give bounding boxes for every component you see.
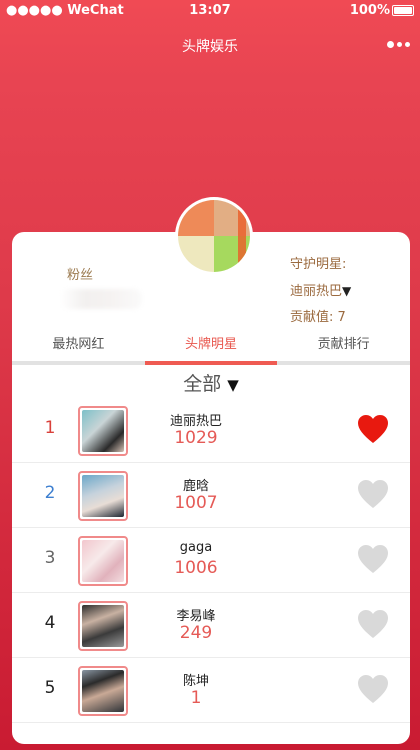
battery-percent: 100% (349, 3, 390, 18)
list-item[interactable]: 2 鹿晗 1007 (12, 463, 410, 528)
battery-icon (392, 5, 414, 16)
guard-star-select[interactable]: 迪丽热巴▼ (290, 278, 351, 305)
ranking-list: 1 迪丽热巴 1029 2 鹿晗 1007 3 gaga 1006 4 李易峰 … (12, 398, 410, 723)
star-name: 迪丽热巴 (169, 414, 222, 429)
star-score: 1007 (174, 493, 218, 513)
star-photo (78, 406, 128, 456)
dropdown-triangle-icon: ▼ (227, 376, 239, 394)
guard-info: 守护明星: 迪丽热巴▼ 贡献值: 7 (290, 252, 351, 331)
star-photo (78, 536, 128, 586)
contribution-value: 贡献值: 7 (290, 310, 346, 325)
category-filter[interactable]: 全部 ▼ (12, 369, 410, 396)
rank-number: 1 (44, 418, 56, 438)
nav-bar: 头牌娱乐 (0, 22, 420, 66)
list-item[interactable]: 1 迪丽热巴 1029 (12, 398, 410, 463)
rank-number: 2 (44, 483, 56, 503)
star-score: 1 (190, 688, 202, 708)
heart-outline-icon[interactable] (357, 479, 389, 509)
star-score: 1006 (174, 558, 218, 578)
tab-top-stars[interactable]: 头牌明星 (144, 331, 278, 365)
star-score: 249 (179, 623, 213, 643)
tab-bar: 最热网红 头牌明星 贡献排行 (12, 331, 410, 365)
filter-label: 全部 (183, 373, 222, 395)
star-score: 1029 (174, 428, 218, 448)
star-name: gaga (179, 540, 213, 555)
status-bar: ●●●●● WeChat 13:07 100% (0, 0, 420, 22)
more-dots-icon[interactable] (386, 34, 410, 54)
rank-number: 4 (44, 613, 56, 633)
guard-star-name: 迪丽热巴 (290, 284, 343, 299)
fans-count-blurred (60, 289, 142, 309)
tab-contribution-ranking[interactable]: 贡献排行 (277, 331, 410, 361)
heart-outline-icon[interactable] (357, 609, 389, 639)
page-title: 头牌娱乐 (182, 39, 238, 55)
star-photo (78, 666, 128, 716)
dropdown-triangle-icon: ▼ (342, 284, 352, 298)
rank-number: 5 (44, 678, 56, 698)
main-card: 粉丝 守护明星: 迪丽热巴▼ 贡献值: 7 最热网红 头牌明星 贡献排行 全部 … (12, 232, 410, 744)
heart-outline-icon[interactable] (357, 674, 389, 704)
list-item[interactable]: 4 李易峰 249 (12, 593, 410, 658)
guard-label: 守护明星: (290, 257, 347, 272)
list-item[interactable]: 3 gaga 1006 (12, 528, 410, 593)
heart-outline-icon[interactable] (357, 544, 389, 574)
rank-number: 3 (44, 548, 56, 568)
user-avatar[interactable] (175, 197, 253, 275)
star-name: 李易峰 (176, 609, 216, 624)
star-name: 陈坤 (182, 674, 209, 689)
tab-hot-influencer[interactable]: 最热网红 (12, 331, 145, 361)
star-photo (78, 601, 128, 651)
star-photo (78, 471, 128, 521)
avatar-image (178, 200, 250, 272)
star-name: 鹿晗 (182, 479, 209, 494)
fans-label: 粉丝 (67, 268, 94, 283)
heart-filled-icon[interactable] (357, 414, 389, 444)
list-item[interactable]: 5 陈坤 1 (12, 658, 410, 723)
